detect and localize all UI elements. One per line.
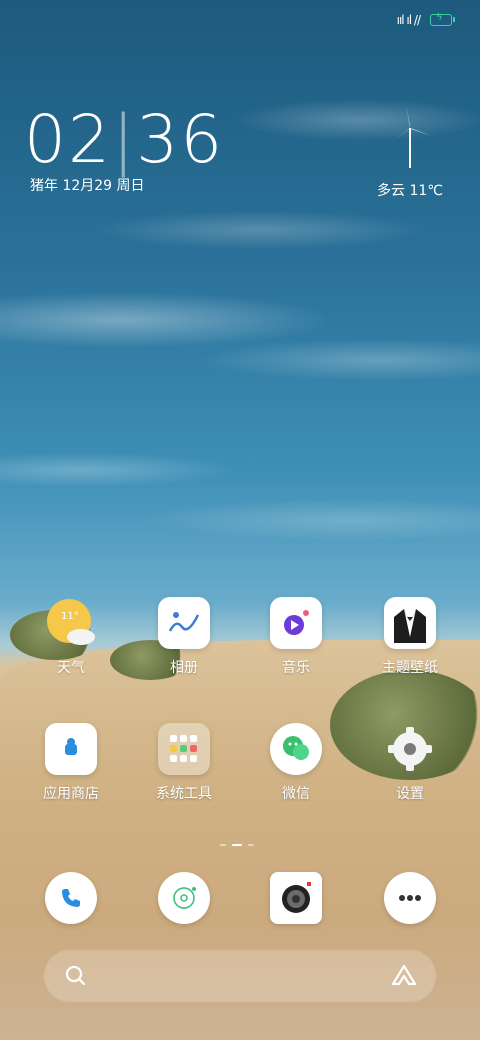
app-label: 应用商店 bbox=[43, 786, 99, 802]
app-gallery[interactable]: 相册 bbox=[134, 597, 234, 677]
dock-phone[interactable] bbox=[21, 872, 121, 924]
weather-widget[interactable]: 多云 11℃ bbox=[370, 100, 450, 200]
app-store[interactable]: 应用商店 bbox=[21, 723, 121, 803]
app-weather[interactable]: 11° 天气 bbox=[21, 597, 121, 677]
page-indicator[interactable] bbox=[220, 844, 254, 846]
weather-sun-cloud-icon: 11° bbox=[45, 597, 97, 649]
search-bar[interactable] bbox=[44, 950, 436, 1002]
page-dot bbox=[248, 844, 254, 846]
dock-messages[interactable] bbox=[360, 872, 460, 924]
dock-browser[interactable] bbox=[134, 872, 234, 924]
app-label: 音乐 bbox=[282, 660, 310, 676]
wind-turbine-icon bbox=[392, 104, 432, 168]
app-label: 天气 bbox=[57, 660, 85, 676]
clock-date: 猪年 12月29 周日 bbox=[30, 178, 145, 194]
phone-icon bbox=[45, 872, 97, 924]
messages-icon bbox=[384, 872, 436, 924]
camera-icon bbox=[270, 872, 322, 924]
app-label: 设置 bbox=[396, 786, 424, 802]
app-music[interactable]: 音乐 bbox=[246, 597, 346, 677]
clock-time[interactable]: 02|36 bbox=[24, 100, 224, 180]
app-theme[interactable]: 主题壁纸 bbox=[360, 597, 460, 677]
app-folder-tools[interactable]: 系统工具 bbox=[134, 723, 234, 803]
app-wechat[interactable]: 微信 bbox=[246, 723, 346, 803]
app-label: 主题壁纸 bbox=[382, 660, 438, 676]
signal-icon: ııl ıl // bbox=[396, 13, 421, 27]
theme-tuxedo-icon bbox=[384, 597, 436, 649]
app-store-icon bbox=[45, 723, 97, 775]
weather-text: 多云 11℃ bbox=[377, 183, 443, 199]
assistant-icon[interactable] bbox=[390, 964, 418, 988]
battery-icon: ϟ bbox=[430, 12, 455, 26]
gallery-icon bbox=[158, 597, 210, 649]
app-label: 微信 bbox=[282, 786, 310, 802]
dock-camera[interactable] bbox=[246, 872, 346, 924]
page-dot bbox=[220, 844, 226, 846]
app-label: 相册 bbox=[170, 660, 198, 676]
app-label: 系统工具 bbox=[156, 786, 212, 802]
status-bar: ııl ıl // ϟ bbox=[396, 10, 455, 30]
browser-icon bbox=[158, 872, 210, 924]
app-settings[interactable]: 设置 bbox=[360, 723, 460, 803]
wechat-icon bbox=[270, 723, 322, 775]
settings-gear-icon bbox=[384, 723, 436, 775]
folder-icon bbox=[158, 723, 210, 775]
search-icon[interactable] bbox=[64, 964, 88, 988]
music-icon bbox=[270, 597, 322, 649]
page-dot-active bbox=[232, 844, 242, 846]
